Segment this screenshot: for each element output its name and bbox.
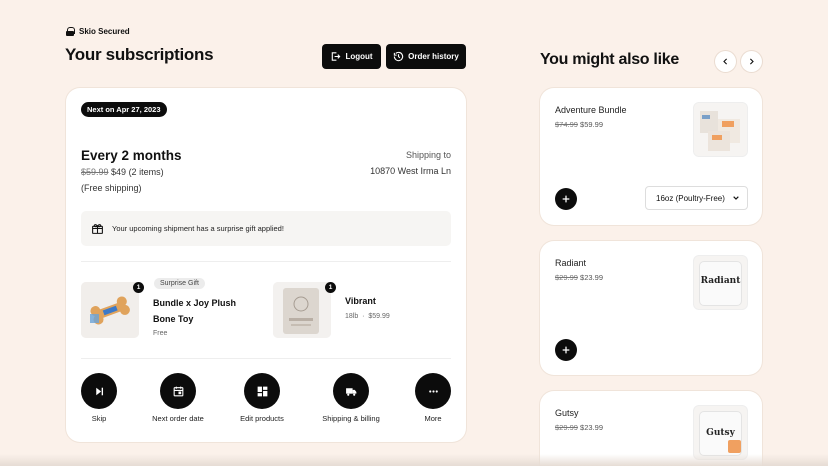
rec-original-price: $29.99 xyxy=(555,423,578,432)
add-to-subscription-button[interactable] xyxy=(555,188,577,210)
history-icon xyxy=(393,51,404,62)
item-size: 18lb xyxy=(345,313,359,320)
more-button[interactable] xyxy=(415,373,451,409)
recommendation-card: Adventure Bundle $74.99 $59.99 16oz (Pou… xyxy=(540,88,762,225)
edit-products-label: Edit products xyxy=(240,414,284,423)
next-order-date-action[interactable]: Next order date xyxy=(138,373,218,423)
next-order-badge: Next on Apr 27, 2023 xyxy=(81,102,167,117)
rec-product-image[interactable]: Radiant xyxy=(694,256,747,309)
skip-next-icon xyxy=(95,387,103,395)
meta-separator: · xyxy=(362,313,365,320)
add-to-subscription-button[interactable] xyxy=(555,339,577,361)
plus-icon xyxy=(562,195,570,203)
item-name: Vibrant xyxy=(345,296,376,306)
chevron-right-icon xyxy=(749,58,754,65)
shipping-billing-button[interactable] xyxy=(333,373,369,409)
quantity-badge: 1 xyxy=(133,282,144,293)
vibrant-bag-image xyxy=(273,282,331,338)
rec-discounted-price: $59.99 xyxy=(580,120,603,129)
rec-discounted-price: $23.99 xyxy=(580,273,603,282)
next-order-date-label: Next order date xyxy=(152,414,204,423)
product-image-vibrant[interactable] xyxy=(273,282,331,338)
shipping-address: 10870 West Irma Ln xyxy=(370,166,451,176)
carousel-prev-button[interactable] xyxy=(715,51,736,72)
bone-toy-image xyxy=(81,282,139,338)
rec-product-price: $29.99 $23.99 xyxy=(555,273,603,282)
secured-indicator: Skio Secured xyxy=(66,27,130,36)
rec-original-price: $74.99 xyxy=(555,120,578,129)
shipping-to-label: Shipping to xyxy=(405,150,451,160)
subscription-card: Next on Apr 27, 2023 Every 2 months $59.… xyxy=(66,88,466,442)
item-price: $59.99 xyxy=(368,313,390,320)
shipping-billing-action[interactable]: Shipping & billing xyxy=(311,373,391,423)
variant-value: 16oz (Poultry-Free) xyxy=(656,193,725,203)
item-meta: 18lb · $59.99 xyxy=(345,313,390,320)
skip-action[interactable]: Skip xyxy=(59,373,139,423)
rec-product-name: Radiant xyxy=(555,258,587,268)
product-image-bone-toy[interactable] xyxy=(81,282,139,338)
logout-button[interactable]: Logout xyxy=(322,44,381,69)
gutsy-jar-label: Gutsy xyxy=(706,428,735,438)
lock-icon xyxy=(66,27,75,36)
divider xyxy=(81,261,451,262)
next-order-date-button[interactable] xyxy=(160,373,196,409)
quantity-badge: 1 xyxy=(325,282,336,293)
truck-icon xyxy=(345,387,356,396)
chevron-left-icon xyxy=(723,58,728,65)
rec-original-price: $29.99 xyxy=(555,273,578,282)
skip-button[interactable] xyxy=(81,373,117,409)
bottom-fade xyxy=(0,454,828,466)
more-label: More xyxy=(424,414,442,423)
surprise-gift-tag: Surprise Gift xyxy=(154,278,205,289)
divider xyxy=(81,358,451,359)
dashboard-icon xyxy=(257,386,267,396)
calendar-icon xyxy=(173,386,183,396)
secured-label: Skio Secured xyxy=(79,27,130,36)
order-history-button[interactable]: Order history xyxy=(386,44,466,69)
shipping-billing-label: Shipping & billing xyxy=(322,414,380,423)
rec-product-price: $74.99 $59.99 xyxy=(555,120,603,129)
radiant-jar-label: Radiant xyxy=(700,276,741,286)
page-title: Your subscriptions xyxy=(65,45,214,64)
rec-product-image[interactable]: Gutsy xyxy=(694,406,747,459)
item-name-line2: Bone Toy xyxy=(153,314,194,324)
recommendations-title: You might also like xyxy=(540,51,679,68)
skip-label: Skip xyxy=(91,414,107,423)
gift-icon xyxy=(92,224,103,234)
rec-discounted-price: $23.99 xyxy=(580,423,603,432)
logout-label: Logout xyxy=(345,52,373,61)
more-action[interactable]: More xyxy=(393,373,473,423)
original-price: $59.99 xyxy=(81,167,109,177)
gift-banner: Your upcoming shipment has a surprise gi… xyxy=(81,211,451,246)
subscription-frequency: Every 2 months xyxy=(81,148,182,163)
gift-message: Your upcoming shipment has a surprise gi… xyxy=(112,224,284,233)
logout-icon xyxy=(332,52,341,61)
rec-product-name: Gutsy xyxy=(555,408,579,418)
order-history-label: Order history xyxy=(408,52,459,61)
recommendation-card: Radiant $29.99 $23.99 Radiant xyxy=(540,241,762,375)
item-price: Free xyxy=(153,330,168,337)
rec-product-image[interactable] xyxy=(694,103,747,156)
shipping-note: (Free shipping) xyxy=(81,183,142,193)
variant-select[interactable]: 16oz (Poultry-Free) xyxy=(645,186,748,210)
plus-icon xyxy=(562,346,570,354)
gutsy-jar-accent xyxy=(728,440,741,453)
rec-product-price: $29.99 $23.99 xyxy=(555,423,603,432)
rec-product-name: Adventure Bundle xyxy=(555,105,627,115)
edit-products-button[interactable] xyxy=(244,373,280,409)
chevron-down-icon xyxy=(733,196,739,200)
subscription-price: $59.99 $49 (2 items) xyxy=(81,167,164,177)
more-horizontal-icon xyxy=(428,389,438,393)
discounted-price: $49 (2 items) xyxy=(111,167,164,177)
item-name-line1: Bundle x Joy Plush xyxy=(153,298,237,308)
edit-products-action[interactable]: Edit products xyxy=(222,373,302,423)
carousel-next-button[interactable] xyxy=(741,51,762,72)
adventure-bundle-image xyxy=(694,103,747,156)
